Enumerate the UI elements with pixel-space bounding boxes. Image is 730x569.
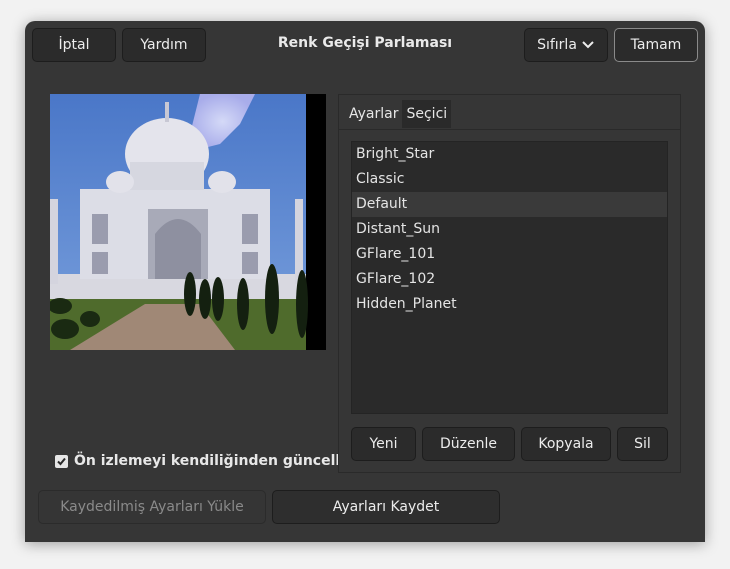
- list-item[interactable]: Distant_Sun: [352, 217, 667, 242]
- gradient-flare-dialog: İptal Yardım Renk Geçişi Parlaması Sıfır…: [25, 21, 705, 542]
- delete-preset-button[interactable]: Sil: [617, 427, 668, 461]
- preset-list[interactable]: Bright_Star Classic Default Distant_Sun …: [351, 141, 668, 414]
- preview-image: [50, 94, 326, 350]
- auto-update-checkbox[interactable]: Ön izlemeyi kendiliğinden güncelle: [55, 453, 350, 469]
- list-item[interactable]: Bright_Star: [352, 142, 667, 167]
- reset-dropdown-button[interactable]: Sıfırla: [524, 28, 608, 62]
- cancel-button[interactable]: İptal: [32, 28, 116, 62]
- save-settings-button[interactable]: Ayarları Kaydet: [272, 490, 500, 524]
- list-item[interactable]: GFlare_102: [352, 267, 667, 292]
- tab-bar: Ayarlar Seçici: [345, 100, 452, 128]
- ok-button[interactable]: Tamam: [614, 28, 698, 62]
- auto-update-label: Ön izlemeyi kendiliğinden güncelle: [74, 453, 350, 469]
- load-saved-settings-button[interactable]: Kaydedilmiş Ayarları Yükle: [38, 490, 266, 524]
- dialog-title: Renk Geçişi Parlaması: [277, 35, 453, 51]
- tab-selector[interactable]: Seçici: [402, 100, 452, 128]
- reset-label: Sıfırla: [537, 37, 577, 53]
- taj-mahal-preview: [50, 94, 326, 350]
- settings-panel: Ayarlar Seçici Bright_Star Classic Defau…: [338, 94, 681, 473]
- tab-settings[interactable]: Ayarlar: [345, 100, 402, 128]
- list-item[interactable]: Classic: [352, 167, 667, 192]
- edit-preset-button[interactable]: Düzenle: [422, 427, 515, 461]
- help-button[interactable]: Yardım: [122, 28, 206, 62]
- list-item[interactable]: Hidden_Planet: [352, 292, 667, 317]
- chevron-down-icon: [582, 41, 594, 49]
- list-item[interactable]: GFlare_101: [352, 242, 667, 267]
- tab-divider: [339, 129, 680, 130]
- checkbox-checked-icon: [55, 454, 68, 468]
- new-preset-button[interactable]: Yeni: [351, 427, 416, 461]
- list-item[interactable]: Default: [352, 192, 667, 217]
- copy-preset-button[interactable]: Kopyala: [521, 427, 611, 461]
